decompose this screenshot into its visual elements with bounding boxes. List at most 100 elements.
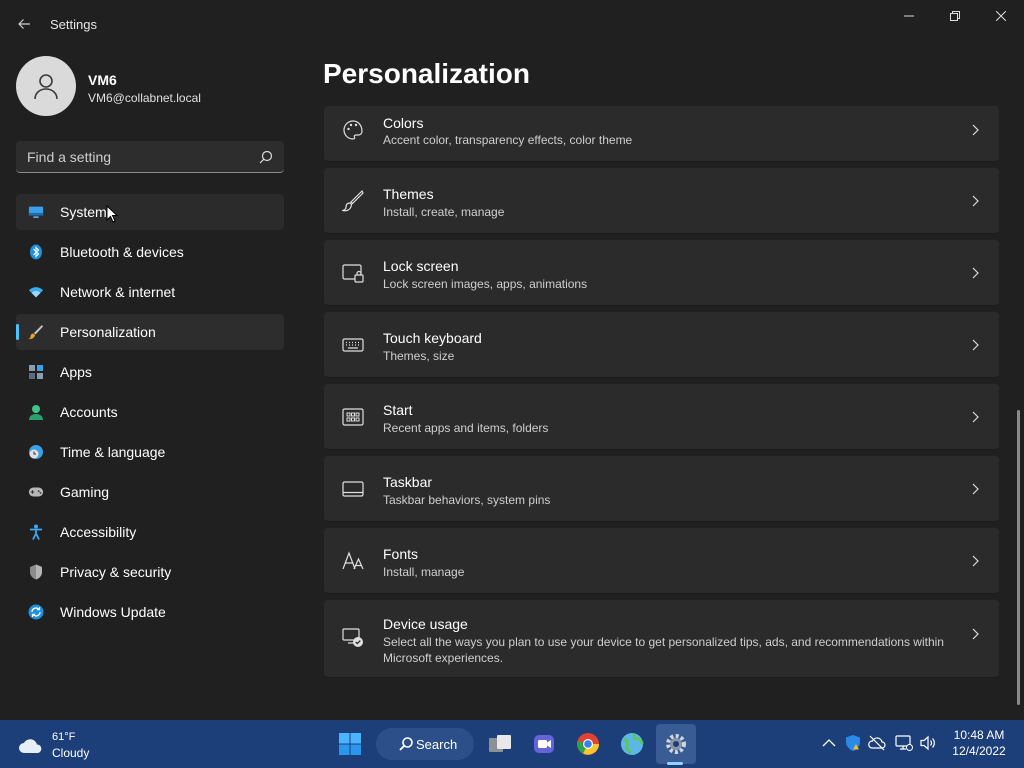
mouse-pointer-icon bbox=[106, 205, 118, 223]
start-button[interactable] bbox=[330, 724, 370, 764]
card-title: Lock screen bbox=[383, 258, 459, 274]
sidebar-item-label: Accounts bbox=[60, 404, 118, 420]
settings-search-box bbox=[16, 141, 284, 173]
chevron-right-icon bbox=[972, 267, 979, 279]
sidebar-item-time-language[interactable]: Time & language bbox=[16, 434, 284, 470]
chevron-right-icon bbox=[972, 555, 979, 567]
keyboard-icon bbox=[342, 338, 364, 352]
app-title: Settings bbox=[50, 17, 97, 32]
taskbar-search-button[interactable]: Search bbox=[376, 728, 474, 760]
chevron-right-icon bbox=[972, 124, 979, 136]
card-device-usage[interactable]: Device usage Select all the ways you pla… bbox=[324, 600, 999, 678]
card-description: Taskbar behaviors, system pins bbox=[383, 493, 551, 507]
card-start[interactable]: Start Recent apps and items, folders bbox=[324, 384, 999, 450]
system-icon bbox=[28, 204, 44, 220]
title-bar: Settings bbox=[0, 0, 1024, 48]
sidebar-item-system[interactable]: System bbox=[16, 194, 284, 230]
sidebar-nav: System Bluetooth & devices Network & int… bbox=[16, 194, 284, 634]
maps-app-button[interactable] bbox=[612, 724, 652, 764]
sidebar-item-label: Windows Update bbox=[60, 604, 166, 620]
sidebar-item-bluetooth[interactable]: Bluetooth & devices bbox=[16, 234, 284, 270]
task-view-icon bbox=[489, 735, 511, 752]
volume-icon[interactable] bbox=[919, 734, 937, 752]
search-icon[interactable] bbox=[258, 149, 274, 165]
taskbar-clock[interactable]: 10:48 AM 12/4/2022 bbox=[946, 728, 1012, 758]
teams-chat-icon bbox=[534, 735, 554, 753]
card-title: Device usage bbox=[383, 616, 468, 632]
back-button[interactable] bbox=[10, 10, 38, 38]
sidebar-item-privacy-security[interactable]: Privacy & security bbox=[16, 554, 284, 590]
profile-email: VM6@collabnet.local bbox=[88, 91, 201, 105]
sidebar-item-personalization[interactable]: Personalization bbox=[16, 314, 284, 350]
chat-button[interactable] bbox=[524, 724, 564, 764]
chevron-up-icon[interactable] bbox=[820, 734, 838, 752]
start-icon bbox=[342, 408, 364, 426]
chrome-icon bbox=[577, 733, 599, 755]
settings-app-button[interactable] bbox=[656, 724, 696, 764]
card-description: Themes, size bbox=[383, 349, 455, 363]
card-lock-screen[interactable]: Lock screen Lock screen images, apps, an… bbox=[324, 240, 999, 306]
card-title: Touch keyboard bbox=[383, 330, 482, 346]
card-taskbar[interactable]: Taskbar Taskbar behaviors, system pins bbox=[324, 456, 999, 522]
onedrive-offline-icon[interactable] bbox=[868, 734, 886, 752]
sidebar-item-accounts[interactable]: Accounts bbox=[16, 394, 284, 430]
back-arrow-icon bbox=[18, 19, 30, 29]
card-description: Lock screen images, apps, animations bbox=[383, 277, 588, 291]
update-icon bbox=[28, 604, 44, 620]
restore-button[interactable] bbox=[932, 0, 978, 32]
card-fonts[interactable]: Fonts Install, manage bbox=[324, 528, 999, 594]
card-description: Accent color, transparency effects, colo… bbox=[383, 133, 633, 147]
card-themes[interactable]: Themes Install, create, manage bbox=[324, 168, 999, 234]
minimize-button[interactable] bbox=[886, 0, 932, 32]
cloud-icon bbox=[19, 739, 42, 753]
chevron-right-icon bbox=[972, 483, 979, 495]
sidebar-item-label: Network & internet bbox=[60, 284, 176, 300]
sidebar-item-apps[interactable]: Apps bbox=[16, 354, 284, 390]
wifi-icon bbox=[28, 284, 44, 300]
bluetooth-icon bbox=[28, 244, 44, 260]
profile-name: VM6 bbox=[88, 72, 117, 88]
lock-screen-icon bbox=[342, 264, 364, 283]
accessibility-icon bbox=[28, 524, 44, 540]
sidebar-item-label: System bbox=[60, 204, 107, 220]
search-icon bbox=[399, 737, 413, 751]
card-title: Themes bbox=[383, 186, 434, 202]
card-description: Install, manage bbox=[383, 565, 465, 579]
card-title: Taskbar bbox=[383, 474, 433, 490]
brush-icon bbox=[28, 324, 44, 340]
sidebar-item-network[interactable]: Network & internet bbox=[16, 274, 284, 310]
device-usage-icon bbox=[342, 628, 363, 647]
network-icon[interactable] bbox=[895, 734, 913, 752]
chevron-right-icon bbox=[972, 195, 979, 207]
card-description: Install, create, manage bbox=[383, 205, 505, 219]
sidebar-item-accessibility[interactable]: Accessibility bbox=[16, 514, 284, 550]
accounts-icon bbox=[28, 404, 44, 420]
weather-widget[interactable]: 61°F Cloudy bbox=[10, 728, 120, 762]
scrollbar[interactable] bbox=[1017, 410, 1020, 705]
sidebar-item-label: Gaming bbox=[60, 484, 110, 500]
sidebar-item-gaming[interactable]: Gaming bbox=[16, 474, 284, 510]
card-touch-keyboard[interactable]: Touch keyboard Themes, size bbox=[324, 312, 999, 378]
card-title: Fonts bbox=[383, 546, 419, 562]
chevron-right-icon bbox=[972, 339, 979, 351]
search-input[interactable] bbox=[16, 141, 252, 172]
card-title: Colors bbox=[383, 115, 424, 131]
close-button[interactable] bbox=[978, 0, 1024, 32]
sidebar-item-windows-update[interactable]: Windows Update bbox=[16, 594, 284, 630]
sidebar-item-label: Personalization bbox=[60, 324, 156, 340]
card-description: Select all the ways you plan to use your… bbox=[383, 635, 944, 665]
sidebar-item-label: Privacy & security bbox=[60, 564, 172, 580]
chrome-button[interactable] bbox=[568, 724, 608, 764]
clock-time: 10:48 AM bbox=[953, 728, 1005, 742]
task-view-button[interactable] bbox=[480, 724, 520, 764]
sidebar-item-label: Apps bbox=[60, 364, 92, 380]
chevron-right-icon bbox=[972, 411, 979, 423]
gamepad-icon bbox=[28, 484, 44, 500]
brush-icon bbox=[342, 190, 364, 212]
card-title: Start bbox=[383, 402, 413, 418]
clock-date: 12/4/2022 bbox=[952, 744, 1006, 758]
defender-shield-icon[interactable] bbox=[844, 734, 862, 752]
gear-icon bbox=[666, 734, 686, 754]
user-profile[interactable]: VM6 VM6@collabnet.local bbox=[16, 56, 286, 118]
card-colors[interactable]: Colors Accent color, transparency effect… bbox=[324, 106, 999, 162]
